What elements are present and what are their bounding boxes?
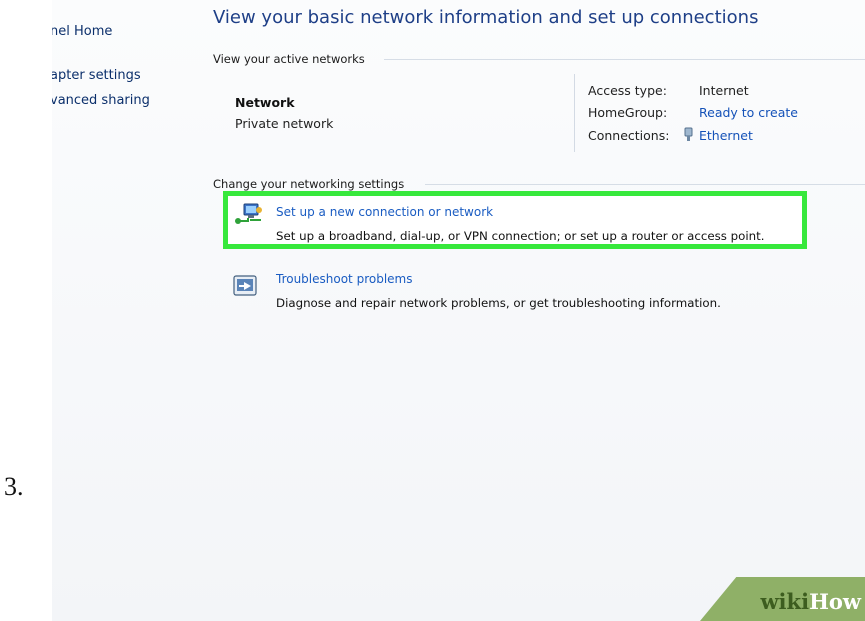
network-sharing-center-window: nel Home apter settings vanced sharing V… [52,0,865,621]
page-title: View your basic network information and … [213,7,759,28]
connections-label: Connections: [588,128,670,143]
sidebar: nel Home apter settings vanced sharing [52,0,202,621]
homegroup-label: HomeGroup: [588,105,668,120]
network-info-divider [574,74,575,152]
sidebar-item-advanced-sharing[interactable]: vanced sharing [52,93,150,108]
access-type-label: Access type: [588,83,667,98]
wikihow-watermark: wikiHow [760,589,861,614]
change-settings-divider [425,184,865,185]
step-number: 3. [4,472,24,501]
ethernet-icon [683,127,694,147]
sidebar-item-adapter-settings[interactable]: apter settings [52,68,141,83]
network-setup-icon [234,201,264,232]
troubleshoot-problems-link[interactable]: Troubleshoot problems [276,272,412,286]
active-networks-label: View your active networks [213,52,365,66]
sidebar-item-control-panel-home[interactable]: nel Home [52,24,112,39]
setup-connection-link[interactable]: Set up a new connection or network [276,205,493,219]
homegroup-link[interactable]: Ready to create [699,105,798,120]
network-type: Private network [235,116,334,131]
network-name: Network [235,95,295,110]
access-type-value: Internet [699,83,749,98]
troubleshoot-problems-description: Diagnose and repair network problems, or… [276,296,721,310]
change-settings-label: Change your networking settings [213,177,405,191]
ethernet-connection-link[interactable]: Ethernet [699,128,753,143]
troubleshoot-icon [233,275,259,302]
active-networks-divider [384,59,865,60]
setup-connection-description: Set up a broadband, dial-up, or VPN conn… [276,229,765,243]
